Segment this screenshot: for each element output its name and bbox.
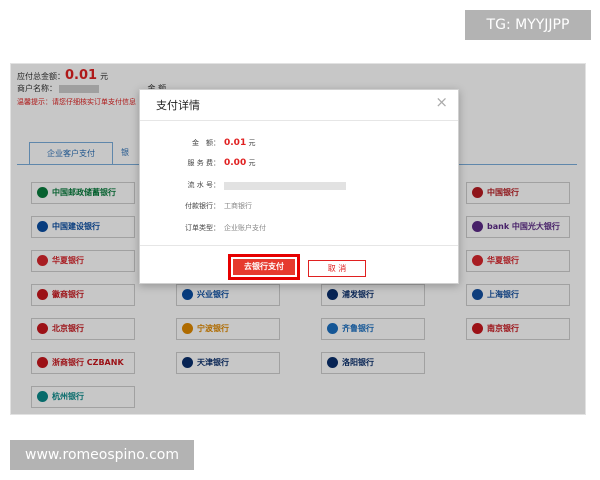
amount-value: 0.01	[224, 138, 247, 148]
bank-logo-icon	[327, 323, 338, 334]
bank-name: bank 中国光大银行	[487, 222, 560, 231]
field-serial-number: 流 水 号：	[140, 180, 458, 194]
bank-option[interactable]: 兴业银行	[176, 284, 280, 306]
bank-option[interactable]: 齐鲁银行	[321, 318, 425, 340]
bank-logo-icon	[182, 357, 193, 368]
bank-name: 天津银行	[197, 358, 229, 367]
go-to-bank-payment-button[interactable]: 去银行支付	[228, 254, 300, 280]
total-amount: 0.01	[65, 68, 98, 83]
amount-unit: 元	[248, 139, 256, 147]
bank-logo-icon	[37, 255, 48, 266]
bank-logo-icon	[182, 323, 193, 334]
field-label: 订单类型：	[185, 224, 220, 232]
bank-option[interactable]: 中国银行	[466, 182, 570, 204]
bank-name: 洛阳银行	[342, 358, 374, 367]
dialog-footer-divider	[140, 245, 458, 246]
bank-option[interactable]: 洛阳银行	[321, 352, 425, 374]
bank-logo-icon	[472, 221, 483, 232]
bank-option[interactable]: 天津银行	[176, 352, 280, 374]
bank-option[interactable]: 中国邮政储蓄银行	[31, 182, 135, 204]
bank-logo-icon	[472, 187, 483, 198]
bank-option[interactable]: bank 中国光大银行	[466, 216, 570, 238]
field-value: 企业账户支付	[224, 224, 266, 232]
bank-option[interactable]: 宁波银行	[176, 318, 280, 340]
bank-name: 杭州银行	[52, 392, 84, 401]
bank-name: 齐鲁银行	[342, 324, 374, 333]
field-value: 0.01 元	[224, 138, 255, 148]
close-icon[interactable]: ×	[435, 93, 448, 111]
bank-logo-icon	[327, 289, 338, 300]
bank-name: 浙商银行 CZBANK	[52, 358, 124, 367]
bank-option[interactable]: 上海银行	[466, 284, 570, 306]
bank-option[interactable]: 浦发银行	[321, 284, 425, 306]
bank-name: 徽商银行	[52, 290, 84, 299]
bank-name: 浦发银行	[342, 290, 374, 299]
bank-logo-icon	[37, 289, 48, 300]
bank-logo-icon	[37, 391, 48, 402]
field-label: 流 水 号：	[187, 181, 220, 189]
bank-option[interactable]: 中国建设银行	[31, 216, 135, 238]
bank-logo-icon	[37, 221, 48, 232]
bank-option[interactable]: 杭州银行	[31, 386, 135, 408]
field-value: 工商银行	[224, 202, 252, 210]
field-label: 付款银行：	[185, 202, 220, 210]
merchant-label: 商户名称：	[17, 84, 57, 93]
bank-name: 上海银行	[487, 290, 519, 299]
fee-unit: 元	[248, 159, 256, 167]
total-unit: 元	[100, 72, 109, 81]
go-to-bank-label: 去银行支付	[233, 259, 295, 275]
field-service-fee: 服 务 费： 0.00 元	[140, 158, 458, 172]
bank-name: 中国银行	[487, 188, 519, 197]
bank-name: 中国建设银行	[52, 222, 100, 231]
bank-name: 兴业银行	[197, 290, 229, 299]
field-label: 服 务 费：	[187, 159, 220, 167]
cancel-button[interactable]: 取 消	[308, 260, 366, 277]
watermark-bottom: www.romeospino.com	[10, 440, 194, 470]
bank-name: 北京银行	[52, 324, 84, 333]
bank-name: 宁波银行	[197, 324, 229, 333]
payment-details-dialog: 支付详情 × 金 额： 0.01 元 服 务 费： 0.00 元 流 水 号： …	[139, 89, 459, 284]
bank-logo-icon	[327, 357, 338, 368]
serial-number-mask	[224, 182, 346, 190]
watermark-top: TG: MYYJJPP	[465, 10, 591, 40]
bank-option[interactable]: 徽商银行	[31, 284, 135, 306]
bank-option[interactable]: 北京银行	[31, 318, 135, 340]
dialog-divider	[140, 120, 458, 121]
bank-logo-icon	[472, 289, 483, 300]
field-label: 金 额：	[192, 139, 220, 147]
merchant-name-mask	[59, 84, 99, 93]
bank-logo-icon	[472, 255, 483, 266]
bank-option[interactable]: 华夏银行	[31, 250, 135, 272]
tab-enterprise-payment[interactable]: 企业客户支付	[29, 142, 113, 164]
field-amount: 金 额： 0.01 元	[140, 138, 458, 152]
bank-name: 中国邮政储蓄银行	[52, 188, 116, 197]
bank-option[interactable]: 浙商银行 CZBANK	[31, 352, 135, 374]
total-label: 应付总金额：	[17, 72, 65, 81]
bank-name: 华夏银行	[487, 256, 519, 265]
dialog-title: 支付详情	[156, 99, 200, 112]
bank-name: 华夏银行	[52, 256, 84, 265]
bank-logo-icon	[472, 323, 483, 334]
notice-text: 温馨提示：请您仔细核实订单支付信息	[17, 98, 136, 106]
bank-logo-icon	[37, 323, 48, 334]
bank-logo-icon	[37, 187, 48, 198]
bank-name: 南京银行	[487, 324, 519, 333]
field-order-type: 订单类型： 企业账户支付	[140, 223, 458, 237]
bank-logo-icon	[37, 357, 48, 368]
fee-value: 0.00	[224, 158, 247, 168]
bank-option[interactable]: 华夏银行	[466, 250, 570, 272]
bank-logo-icon	[182, 289, 193, 300]
bank-option[interactable]: 南京银行	[466, 318, 570, 340]
page: TG: MYYJJPP 应付总金额：0.01元 商户名称： 金 额 温馨提示：请…	[0, 0, 600, 480]
field-payment-bank: 付款银行： 工商银行	[140, 201, 458, 215]
field-value: 0.00 元	[224, 158, 255, 168]
payment-page: 应付总金额：0.01元 商户名称： 金 额 温馨提示：请您仔细核实订单支付信息 …	[10, 63, 586, 415]
